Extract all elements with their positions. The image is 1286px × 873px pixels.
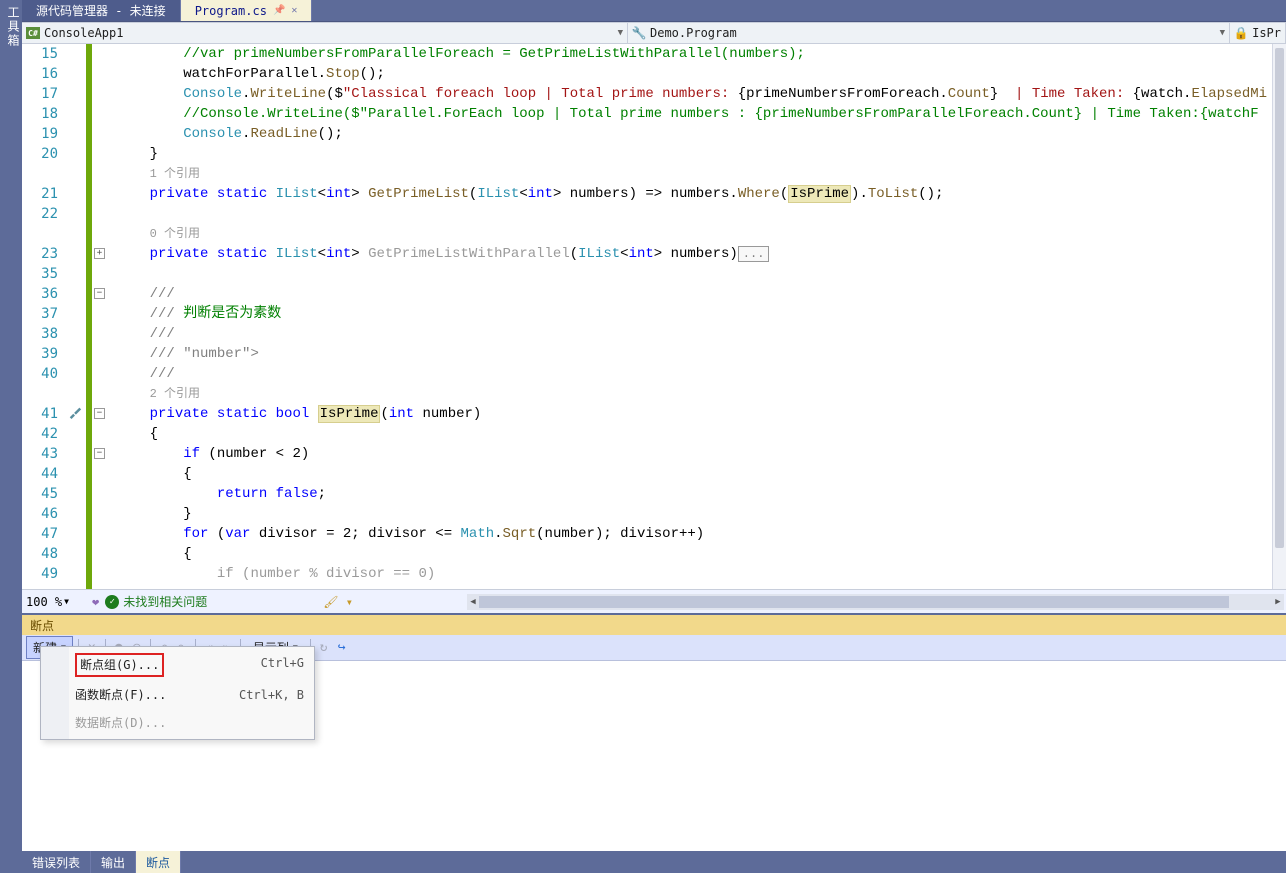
document-tabs: 源代码管理器 - 未连接 Program.cs 📌 ✕ (22, 0, 1286, 22)
check-icon: ✓ (105, 595, 119, 609)
fold-toggle-expand[interactable]: + (94, 248, 105, 259)
tab-output[interactable]: 输出 (91, 851, 136, 873)
tab-label: Program.cs (195, 4, 267, 18)
csharp-icon: C# (26, 27, 40, 39)
chevron-down-icon: ▼ (64, 597, 69, 606)
bottom-tool-tabs: 错误列表 输出 断点 (22, 851, 1286, 873)
scroll-thumb[interactable] (1275, 48, 1284, 548)
menu-shortcut: Ctrl+K, B (239, 685, 304, 705)
tab-source-control[interactable]: 源代码管理器 - 未连接 (22, 0, 181, 21)
class-icon: 🔧 (632, 27, 646, 39)
menu-label: 函数断点(F)... (75, 685, 166, 705)
member-name: IsPr (1252, 26, 1281, 40)
close-icon[interactable]: ✕ (291, 5, 297, 16)
method-icon: 🔒 (1234, 27, 1248, 39)
tab-error-list[interactable]: 错误列表 (22, 851, 91, 873)
tab-breakpoints[interactable]: 断点 (136, 851, 181, 873)
project-dropdown[interactable]: C# ConsoleApp1 ▼ (22, 23, 628, 43)
scroll-thumb[interactable] (479, 596, 1229, 608)
class-dropdown[interactable]: 🔧 Demo.Program ▼ (628, 23, 1230, 43)
toolbox-sidebar-tab[interactable]: 工具箱 (0, 0, 22, 873)
member-dropdown[interactable]: 🔒 IsPr (1230, 23, 1286, 43)
go-to-source-icon[interactable]: ↪ (334, 640, 350, 656)
horizontal-scrollbar[interactable]: ◀ ▶ (467, 594, 1284, 610)
outlining-margin: + − − − (92, 44, 112, 589)
screwdriver-icon[interactable] (68, 405, 82, 419)
chevron-down-icon: ▼ (618, 28, 623, 38)
health-icon[interactable]: ❤ (92, 595, 99, 609)
new-breakpoint-menu: 断点组(G)... Ctrl+G 函数断点(F)... Ctrl+K, B 数据… (40, 646, 315, 740)
tab-program-cs[interactable]: Program.cs 📌 ✕ (181, 0, 313, 21)
panel-title-bar[interactable]: 断点 (22, 615, 1286, 635)
vertical-scrollbar[interactable] (1272, 44, 1286, 589)
paintbrush-icon[interactable]: 🖌 ▾ (323, 595, 353, 609)
fold-toggle-collapse[interactable]: − (94, 408, 105, 419)
fold-toggle-collapse[interactable]: − (94, 288, 105, 299)
menu-item-breakpoint-group[interactable]: 断点组(G)... Ctrl+G (41, 649, 314, 681)
tab-label: 源代码管理器 - 未连接 (36, 2, 166, 19)
scroll-left-icon[interactable]: ◀ (467, 594, 479, 610)
no-issues-indicator[interactable]: ✓ 未找到相关问题 (105, 593, 207, 610)
margin-strip (64, 44, 86, 589)
project-name: ConsoleApp1 (44, 26, 123, 40)
code-editor[interactable]: 1516171819202122233536373839404142434445… (22, 44, 1286, 589)
menu-label: 数据断点(D)... (75, 713, 166, 733)
menu-item-function-breakpoint[interactable]: 函数断点(F)... Ctrl+K, B (41, 681, 314, 709)
line-numbers: 1516171819202122233536373839404142434445… (22, 44, 64, 589)
menu-label: 断点组(G)... (75, 653, 164, 677)
zoom-value: 100 % (26, 595, 62, 609)
class-name: Demo.Program (650, 26, 737, 40)
scroll-right-icon[interactable]: ▶ (1272, 594, 1284, 610)
editor-status-bar: 100 %▼ ❤ ✓ 未找到相关问题 🖌 ▾ ◀ ▶ (22, 589, 1286, 613)
pin-icon[interactable]: 📌 (273, 5, 285, 16)
navigation-bar: C# ConsoleApp1 ▼ 🔧 Demo.Program ▼ 🔒 IsPr (22, 22, 1286, 44)
code-content[interactable]: //var primeNumbersFromParallelForeach = … (112, 44, 1272, 589)
chevron-down-icon: ▼ (1220, 28, 1225, 38)
refresh-icon: ↻ (316, 640, 332, 656)
main-area: 源代码管理器 - 未连接 Program.cs 📌 ✕ C# ConsoleAp… (22, 0, 1286, 873)
fold-toggle-collapse[interactable]: − (94, 448, 105, 459)
status-text: 未找到相关问题 (123, 593, 207, 610)
menu-item-data-breakpoint: 数据断点(D)... (41, 709, 314, 737)
zoom-selector[interactable]: 100 %▼ (26, 595, 86, 609)
menu-shortcut: Ctrl+G (261, 653, 304, 677)
